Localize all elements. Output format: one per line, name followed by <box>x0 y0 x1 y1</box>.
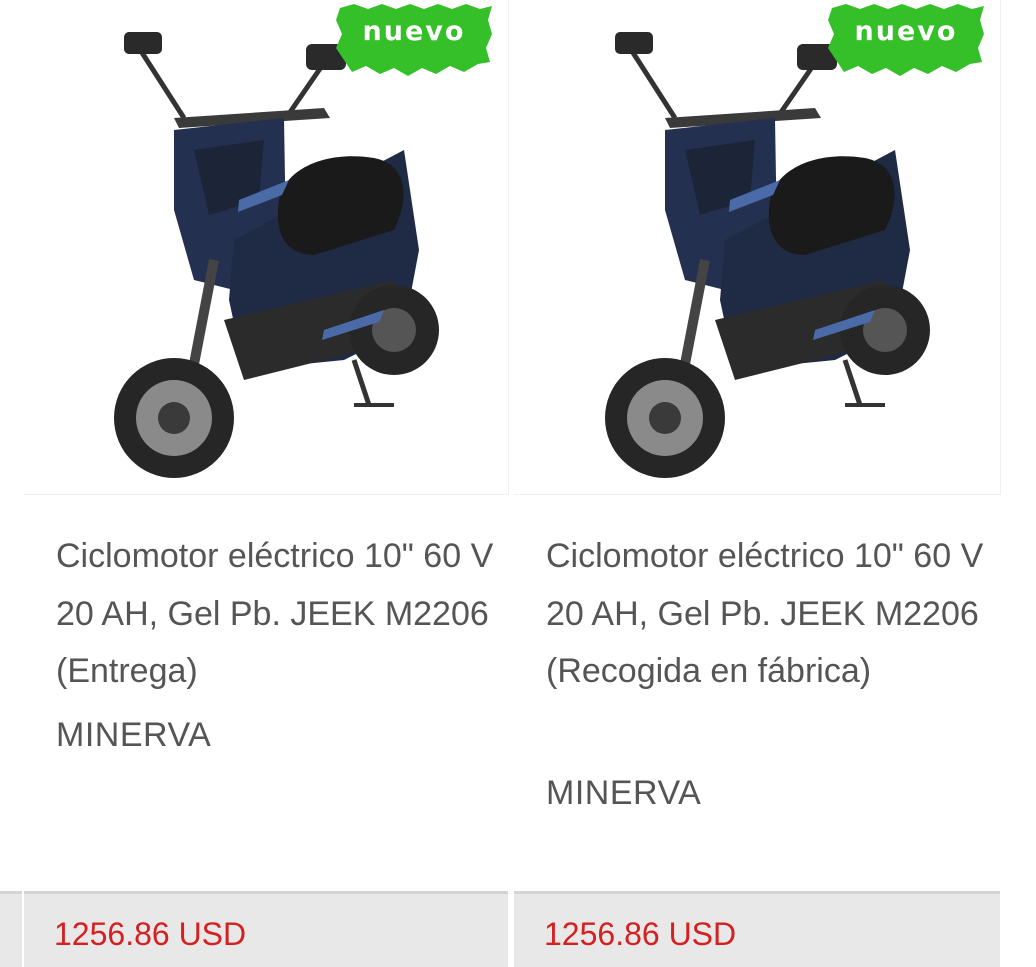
price-bar-edge <box>0 891 22 967</box>
product-title[interactable]: Ciclomotor eléctrico 10" 60 V 20 AH, Gel… <box>546 528 986 701</box>
product-image[interactable]: nuevo <box>514 0 1001 495</box>
column-divider <box>508 891 512 967</box>
price-bar: 1256.86 USD <box>24 891 508 967</box>
product-grid: nuevo Ciclomotor eléctrico 10" 60 V 20 A… <box>0 0 1036 967</box>
badge-label: nuevo <box>854 16 958 47</box>
new-badge: nuevo <box>826 2 986 80</box>
price-bar: 1256.86 USD <box>514 891 1000 967</box>
product-price: 1256.86 USD <box>544 916 737 952</box>
product-brand: MINERVA <box>546 774 702 812</box>
product-brand: MINERVA <box>56 716 212 754</box>
badge-label: nuevo <box>362 16 466 47</box>
new-badge: nuevo <box>334 2 494 80</box>
product-card-1[interactable]: nuevo Ciclomotor eléctrico 10" 60 V 20 A… <box>24 0 509 967</box>
product-price: 1256.86 USD <box>54 916 247 952</box>
product-title[interactable]: Ciclomotor eléctrico 10" 60 V 20 AH, Gel… <box>56 528 496 701</box>
product-card-2[interactable]: nuevo Ciclomotor eléctrico 10" 60 V 20 A… <box>514 0 1001 967</box>
product-image[interactable]: nuevo <box>24 0 509 495</box>
